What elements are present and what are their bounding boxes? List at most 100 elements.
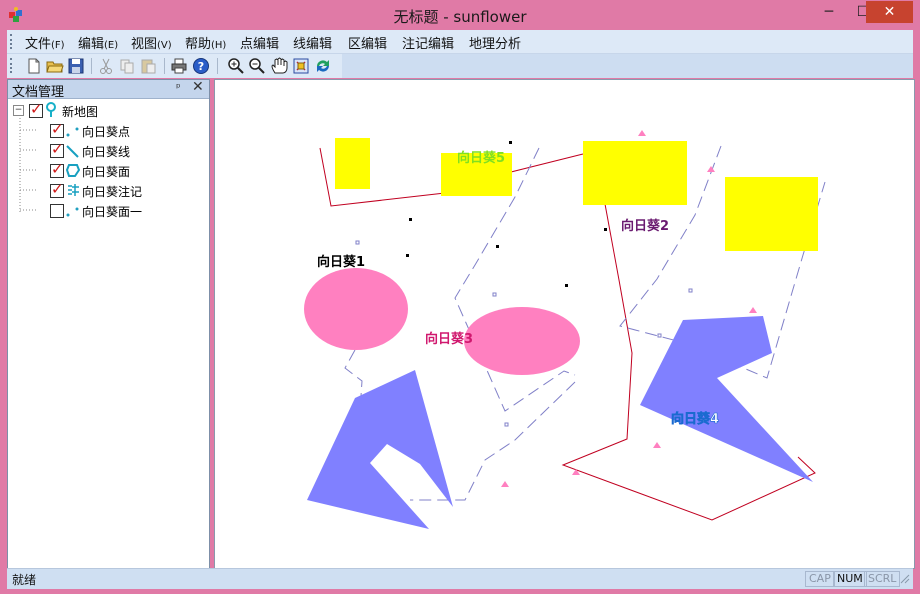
annotation-label[interactable]: 向日葵1 (317, 254, 365, 270)
map-icon (46, 102, 56, 117)
yellow-rect[interactable] (583, 141, 687, 205)
window-title: 无标题 - sunflower (393, 8, 527, 26)
layer-checkbox[interactable] (50, 180, 64, 198)
open-folder-icon[interactable] (46, 57, 64, 75)
map-canvas[interactable]: 向日葵5 向日葵2 向日葵1 向日葵3 向日葵4 (214, 79, 915, 569)
yellow-rect[interactable] (725, 177, 818, 251)
layer-row[interactable]: 向日葵线 (8, 140, 208, 160)
status-bar: 就绪 CAP NUM SCRL (7, 568, 913, 589)
pink-triangle[interactable] (638, 130, 646, 136)
black-point[interactable] (406, 254, 409, 257)
copy-icon[interactable] (118, 57, 136, 75)
layer-checkbox[interactable] (50, 140, 64, 158)
close-button[interactable]: ✕ (866, 1, 913, 23)
toolbar-separator (91, 58, 92, 74)
pink-triangle[interactable] (501, 481, 509, 487)
black-point[interactable] (509, 141, 512, 144)
toolbar-separator (217, 58, 218, 74)
cap-indicator: CAP (805, 571, 835, 587)
annotation-label[interactable]: 向日葵2 (621, 218, 669, 234)
pink-triangle[interactable] (707, 166, 715, 172)
black-point[interactable] (604, 228, 607, 231)
panel-header: 文档管理 ᵖ ✕ (8, 79, 209, 100)
cut-icon[interactable] (97, 57, 115, 75)
vertex-marker[interactable] (688, 288, 693, 293)
menu-file[interactable]: 文件(F) (25, 33, 65, 52)
menu-edit[interactable]: 编辑(E) (78, 33, 118, 52)
title-bar[interactable]: 无标题 - sunflower ─ ☐ ✕ (0, 0, 920, 30)
toolbar-background (342, 54, 913, 78)
layer-checkbox[interactable] (50, 204, 64, 218)
document-manager-panel: 文档管理 ᵖ ✕ − 新地图 向日葵点 向日葵线 向日葵面 (7, 79, 210, 569)
pink-triangle[interactable] (572, 469, 580, 475)
black-point[interactable] (496, 245, 499, 248)
polygon-layer-icon (66, 164, 80, 177)
point-layer-icon (66, 207, 79, 217)
app-window: 无标题 - sunflower ─ ☐ ✕ 文件(F) 编辑(E) 视图(V) … (0, 0, 920, 594)
minimize-button[interactable]: ─ (812, 1, 846, 23)
paste-icon[interactable] (139, 57, 157, 75)
menu-line-edit[interactable]: 线编辑 (293, 33, 332, 52)
menu-annotation-edit[interactable]: 注记编辑 (402, 33, 454, 52)
menu-area-edit[interactable]: 区编辑 (348, 33, 387, 52)
map-drawing[interactable]: 向日葵5 向日葵2 向日葵1 向日葵3 向日葵4 (215, 80, 914, 568)
point-layer-icon (66, 127, 79, 137)
svg-text:?: ? (198, 60, 204, 73)
refresh-icon[interactable] (314, 57, 332, 75)
help-icon[interactable]: ? (192, 57, 210, 75)
layer-label: 向日葵面一 (82, 205, 143, 219)
layer-row[interactable]: 向日葵点 (8, 120, 208, 140)
annotation-label[interactable]: 向日葵3 (425, 331, 473, 347)
zoom-in-icon[interactable] (227, 57, 245, 75)
menu-view[interactable]: 视图(V) (131, 33, 172, 52)
line-layer-icon (66, 145, 79, 158)
blue-polygon[interactable] (307, 370, 453, 529)
resize-grip-icon[interactable] (900, 574, 910, 584)
pink-triangle[interactable] (749, 307, 757, 313)
black-point[interactable] (565, 284, 568, 287)
layer-row[interactable]: 向日葵注记 (8, 180, 208, 200)
pink-ellipse[interactable] (464, 307, 580, 375)
black-point[interactable] (409, 218, 412, 221)
status-text: 就绪 (12, 573, 37, 587)
vertex-marker[interactable] (492, 292, 497, 297)
pin-icon[interactable]: ᵖ (176, 81, 181, 94)
menu-grip[interactable] (10, 34, 15, 49)
root-checkbox[interactable] (29, 100, 43, 118)
panel-title: 文档管理 (12, 85, 65, 100)
annotation-label[interactable]: 向日葵4 (671, 411, 720, 428)
vertex-marker[interactable] (657, 333, 662, 338)
panel-close-icon[interactable]: ✕ (192, 79, 204, 95)
layer-label: 向日葵面 (82, 165, 131, 179)
toolbar-separator (164, 58, 165, 74)
layer-label: 向日葵线 (82, 145, 131, 159)
annotation-label[interactable]: 向日葵5 (457, 150, 505, 166)
yellow-rect[interactable] (335, 138, 370, 189)
tree-expander[interactable]: − (13, 105, 24, 116)
toolbar: ? (7, 54, 342, 78)
tree-root-label[interactable]: 新地图 (62, 103, 98, 120)
layer-checkbox[interactable] (50, 120, 64, 138)
menu-geo-analysis[interactable]: 地理分析 (469, 33, 521, 52)
pan-hand-icon[interactable] (270, 57, 288, 75)
blue-polygon[interactable] (640, 316, 813, 482)
pink-ellipse[interactable] (304, 268, 408, 350)
pink-triangle[interactable] (653, 442, 661, 448)
layer-row[interactable]: 向日葵面一 (8, 200, 208, 220)
full-extent-icon[interactable] (292, 57, 310, 75)
toolbar-grip[interactable] (10, 58, 15, 73)
vertex-marker[interactable] (355, 240, 360, 245)
print-icon[interactable] (170, 57, 188, 75)
save-icon[interactable] (67, 57, 85, 75)
zoom-out-icon[interactable] (248, 57, 266, 75)
layer-row[interactable]: 向日葵面 (8, 160, 208, 180)
layer-checkbox[interactable] (50, 160, 64, 178)
scrl-indicator: SCRL (864, 571, 901, 587)
layer-label: 向日葵点 (82, 125, 131, 139)
menu-help[interactable]: 帮助(H) (185, 33, 226, 52)
menu-point-edit[interactable]: 点编辑 (240, 33, 279, 52)
vertex-marker[interactable] (504, 422, 509, 427)
new-file-icon[interactable] (25, 57, 43, 75)
num-indicator: NUM (833, 571, 867, 587)
layer-label: 向日葵注记 (82, 185, 143, 199)
